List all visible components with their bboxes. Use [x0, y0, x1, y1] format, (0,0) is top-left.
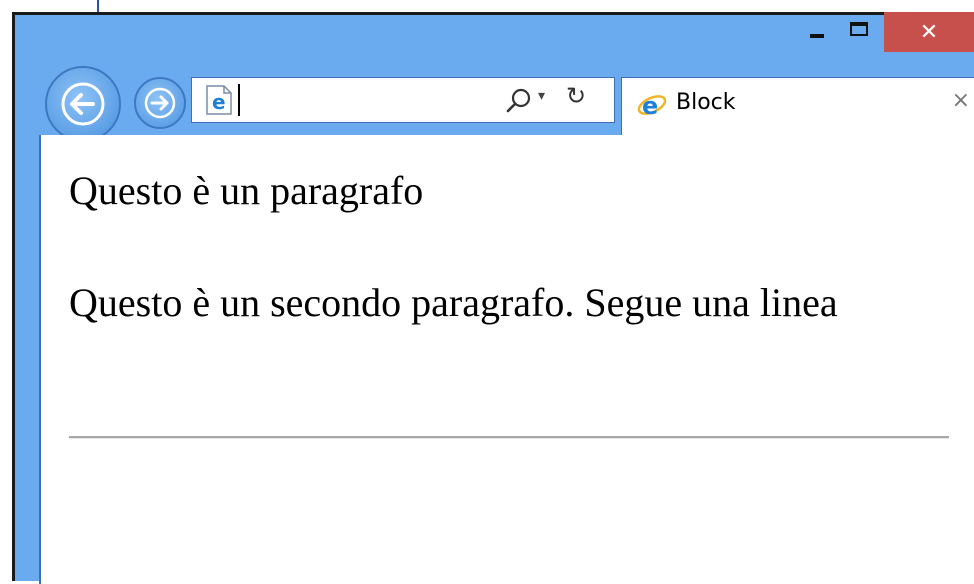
- crop-edge-line: [97, 0, 99, 12]
- maximize-icon: [850, 22, 868, 36]
- search-icon[interactable]: [504, 86, 534, 116]
- tab-block[interactable]: e Block ×: [621, 77, 974, 135]
- close-window-button[interactable]: ✕: [884, 12, 974, 52]
- minimize-button[interactable]: [796, 12, 840, 44]
- paragraph-2: Questo è un secondo paragrafo. Segue una…: [69, 280, 838, 325]
- tab-title: Block: [676, 90, 736, 115]
- caption-buttons: ✕: [796, 12, 974, 52]
- address-input[interactable]: [238, 84, 484, 116]
- internet-explorer-icon: e: [206, 85, 232, 115]
- svg-text:e: e: [642, 92, 658, 120]
- horizontal-rule: [69, 436, 949, 439]
- maximize-button[interactable]: [840, 12, 884, 44]
- close-icon: ✕: [919, 19, 939, 45]
- refresh-icon[interactable]: ↻: [566, 82, 586, 110]
- arrow-left-icon: [61, 82, 105, 126]
- arrow-right-icon: [144, 87, 176, 119]
- browser-window: ✕ e ▾ ↻ e Block × Questo è un paragrafo …: [12, 12, 974, 584]
- address-bar: e ▾ ↻: [191, 77, 615, 123]
- chevron-down-icon[interactable]: ▾: [538, 88, 545, 104]
- back-button[interactable]: [45, 66, 121, 142]
- svg-text:e: e: [212, 90, 226, 114]
- internet-explorer-icon: e: [637, 92, 667, 120]
- paragraph-1: Questo è un paragrafo: [69, 168, 424, 213]
- page-content: Questo è un paragrafo Questo è un second…: [39, 135, 974, 584]
- close-tab-icon[interactable]: ×: [952, 88, 970, 113]
- forward-button[interactable]: [134, 77, 186, 129]
- minimize-icon: [810, 34, 824, 38]
